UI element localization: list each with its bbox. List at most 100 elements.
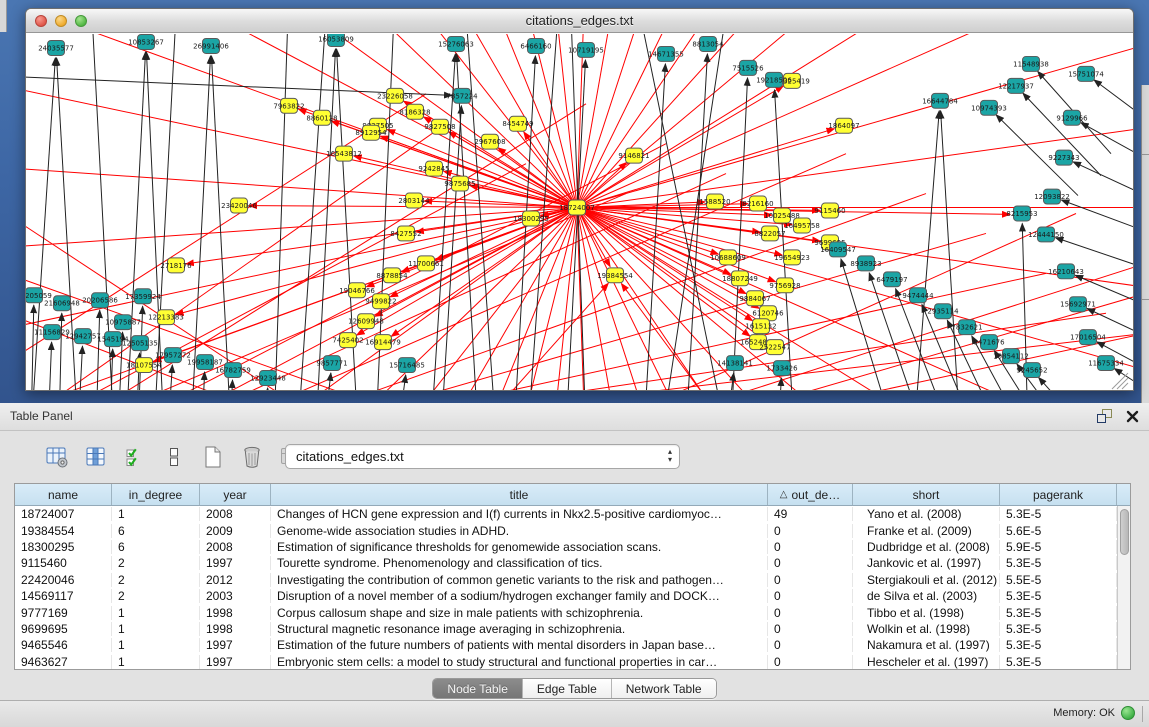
graph-node[interactable]: 9756928 xyxy=(769,278,800,293)
table-row[interactable]: 1456911722003Disruption of a novel membe… xyxy=(15,588,1117,604)
canvas-resize-grip[interactable] xyxy=(1122,383,1128,389)
graph-node[interactable]: 8216160 xyxy=(742,196,773,211)
graph-node-label: 1615132 xyxy=(745,323,776,331)
cell-short: Yano et al. (2008) xyxy=(853,507,1000,521)
canvas-resize-grip[interactable] xyxy=(1117,378,1128,389)
graph-node[interactable]: 12217937 xyxy=(998,78,1034,93)
graph-node[interactable]: 9474444 xyxy=(902,288,934,303)
table-row[interactable]: 946554611997Estimation of the future num… xyxy=(15,637,1117,653)
column-header-title[interactable]: title xyxy=(271,484,768,505)
table-header-row: namein_degreeyeartitle△out_de…shortpager… xyxy=(15,484,1130,506)
graph-node-label: 8454749 xyxy=(502,120,533,128)
column-header-name[interactable]: name xyxy=(15,484,112,505)
graph-node-label: 24035577 xyxy=(38,44,74,52)
graph-node[interactable]: 6479197 xyxy=(876,272,907,287)
graph-node[interactable]: 9242845 xyxy=(418,161,449,176)
table-selector-dropdown[interactable]: citations_edges.txt ▴▾ xyxy=(285,444,680,469)
graph-node[interactable]: 10974393 xyxy=(971,100,1007,115)
graph-node[interactable]: 9245652 xyxy=(1016,363,1047,378)
graph-node[interactable]: 15751074 xyxy=(1068,66,1104,81)
graph-node[interactable]: 11548938 xyxy=(1013,56,1049,71)
graph-node[interactable]: 16543812 xyxy=(326,146,362,161)
graph-node[interactable]: 12942757 xyxy=(65,329,101,344)
left-panel-edge[interactable] xyxy=(0,0,7,32)
graph-node[interactable]: 9115460 xyxy=(814,203,845,218)
graph-node[interactable]: 16644784 xyxy=(922,93,958,108)
cell-pagerank: 5.3E-5 xyxy=(1000,606,1117,620)
graph-node[interactable]: 10975887 xyxy=(105,315,141,330)
table-row[interactable]: 946362711997Embryonic stem cells: a mode… xyxy=(15,654,1117,670)
show-columns-icon[interactable] xyxy=(83,444,109,470)
graph-node[interactable]: 8822057 xyxy=(754,226,785,241)
table-mode-icon[interactable] xyxy=(44,444,70,470)
create-column-icon[interactable] xyxy=(200,444,226,470)
graph-node[interactable]: 19384554 xyxy=(597,268,633,283)
graph-node[interactable]: 23420046 xyxy=(221,198,257,213)
table-row[interactable]: 1872400712008Changes of HCN gene express… xyxy=(15,506,1117,522)
row-height-icon[interactable] xyxy=(161,444,187,470)
column-header-pagerank[interactable]: pagerank xyxy=(1000,484,1117,505)
graph-node[interactable]: 7963822 xyxy=(273,98,304,113)
table-row[interactable]: 911546021997Tourette syndrome. Phenomeno… xyxy=(15,555,1117,571)
graph-node[interactable]: 12923448 xyxy=(250,371,286,386)
graph-node[interactable]: 8860128 xyxy=(306,110,337,125)
graph-node[interactable]: 10853267 xyxy=(128,34,164,49)
window-titlebar[interactable]: citations_edges.txt xyxy=(26,9,1133,33)
graph-node-label: 16782759 xyxy=(215,367,251,375)
cell-in_degree: 1 xyxy=(112,606,200,620)
graph-node[interactable]: 12444150 xyxy=(1028,227,1064,242)
graph-node[interactable]: 1588520 xyxy=(699,194,730,209)
table-row[interactable]: 2242004622012Investigating the contribut… xyxy=(15,572,1117,588)
table-scrollbar-thumb[interactable] xyxy=(1120,509,1129,555)
close-panel-icon[interactable] xyxy=(1126,410,1139,428)
memory-status-icon[interactable] xyxy=(1121,706,1135,720)
column-header-year[interactable]: year xyxy=(200,484,271,505)
tab-network-table[interactable]: Network Table xyxy=(612,679,716,698)
select-columns-icon[interactable] xyxy=(122,444,148,470)
graph-node[interactable]: 24035577 xyxy=(38,40,74,55)
graph-node[interactable]: 14671355 xyxy=(648,46,684,61)
graph-node-label: 15751074 xyxy=(1068,70,1104,78)
graph-node[interactable]: 17016504 xyxy=(1070,330,1106,345)
graph-node[interactable]: 8938923 xyxy=(850,256,881,271)
graph-node[interactable]: 2935114 xyxy=(927,304,959,319)
graph-node[interactable]: 7857224 xyxy=(446,88,478,103)
table-row[interactable]: 1830029562008Estimation of significance … xyxy=(15,539,1117,555)
graph-node-label: 16644784 xyxy=(922,97,958,105)
graph-node[interactable]: 23226058 xyxy=(377,88,413,103)
table-scrollbar-track[interactable] xyxy=(1117,506,1130,669)
graph-node[interactable]: 9857771 xyxy=(316,356,347,371)
column-header-in_degree[interactable]: in_degree xyxy=(112,484,200,505)
graph-node[interactable]: 19654923 xyxy=(774,250,810,265)
right-panel-edge[interactable] xyxy=(1141,85,1149,403)
delete-column-icon[interactable] xyxy=(239,444,265,470)
cell-title: Investigating the contribution of common… xyxy=(271,573,768,587)
table-row[interactable]: 1938455462009Genome-wide association stu… xyxy=(15,522,1117,538)
graph-node[interactable]: 8427552 xyxy=(390,226,421,241)
graph-node[interactable]: 2718176 xyxy=(160,258,191,273)
graph-node[interactable]: 26991406 xyxy=(193,38,229,53)
graph-node[interactable]: 6466160 xyxy=(520,38,551,53)
tab-edge-table[interactable]: Edge Table xyxy=(523,679,612,698)
graph-node[interactable]: 17359924 xyxy=(125,289,161,304)
graph-node-label: 12609948 xyxy=(348,318,384,326)
tab-node-table[interactable]: Node Table xyxy=(433,679,523,698)
graph-node-label: 1733426 xyxy=(766,365,797,373)
cell-short: Franke et al. (2009) xyxy=(853,524,1000,538)
network-canvas[interactable]: 1872400718300295232260589827505165438127… xyxy=(26,34,1133,390)
table-row[interactable]: 977716911998Corpus callosum shape and si… xyxy=(15,604,1117,620)
table-row[interactable]: 969969511998Structural magnetic resonanc… xyxy=(15,621,1117,637)
column-header-out_degree[interactable]: △out_de… xyxy=(768,484,853,505)
graph-node[interactable]: 8215953 xyxy=(1006,206,1037,221)
graph-node[interactable]: 1864097 xyxy=(828,118,859,133)
table-panel-header: Table Panel xyxy=(0,403,1149,431)
graph-node[interactable]: 12093822 xyxy=(1034,189,1070,204)
float-panel-icon[interactable] xyxy=(1097,409,1112,428)
column-header-short[interactable]: short xyxy=(853,484,1000,505)
graph-node[interactable]: 9129966 xyxy=(1056,110,1087,125)
graph-node[interactable]: 19046766 xyxy=(339,283,375,298)
graph-node[interactable]: 11675334 xyxy=(1088,356,1124,371)
graph-node[interactable]: 10688609 xyxy=(710,250,746,265)
graph-node[interactable]: 10719195 xyxy=(568,42,604,57)
graph-node[interactable]: 8186328 xyxy=(399,104,430,119)
